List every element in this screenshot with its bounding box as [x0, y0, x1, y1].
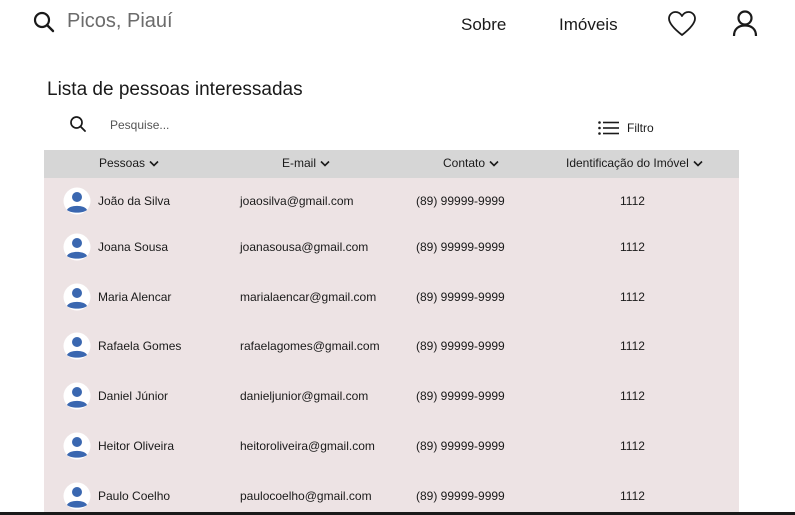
person-name: João da Silva: [98, 194, 171, 208]
person-name: Paulo Coelho: [98, 489, 171, 503]
table-row[interactable]: Paulo Coelho paulocoelho@gmail.com (89) …: [44, 476, 739, 515]
property-id: 1112: [620, 489, 645, 503]
person-email: marialaencar@gmail.com: [240, 290, 377, 304]
user-icon[interactable]: [731, 9, 759, 37]
person-phone: (89) 99999-9999: [416, 439, 505, 453]
person-email: heitoroliveira@gmail.com: [240, 439, 375, 453]
person-phone: (89) 99999-9999: [416, 240, 505, 254]
filter-button[interactable]: Filtro: [598, 119, 654, 137]
avatar-icon: [63, 432, 91, 460]
filter-label: Filtro: [627, 121, 654, 135]
table-row[interactable]: Joana Sousa joanasousa@gmail.com (89) 99…: [44, 227, 739, 267]
property-id: 1112: [620, 194, 645, 208]
property-id: 1112: [620, 439, 645, 453]
top-bar: Picos, Piauí Sobre Imóveis: [0, 0, 795, 50]
table-row[interactable]: João da Silva joaosilva@gmail.com (89) 9…: [44, 181, 739, 221]
table-header: Pessoas E-mail Contato Identificação do …: [44, 150, 739, 178]
column-header-contato[interactable]: Contato: [443, 156, 499, 170]
column-header-pessoas[interactable]: Pessoas: [99, 156, 159, 170]
avatar-icon: [63, 233, 91, 261]
chevron-down-icon: [320, 160, 330, 167]
interested-people-table: Pessoas E-mail Contato Identificação do …: [44, 150, 739, 515]
person-name: Joana Sousa: [98, 240, 169, 254]
property-id: 1112: [620, 240, 645, 254]
table-row[interactable]: Heitor Oliveira heitoroliveira@gmail.com…: [44, 426, 739, 466]
search-icon[interactable]: [69, 115, 87, 133]
column-header-label: Contato: [443, 156, 486, 170]
person-name: Maria Alencar: [98, 290, 172, 304]
person-email: paulocoelho@gmail.com: [240, 489, 372, 503]
page-title: Lista de pessoas interessadas: [47, 79, 303, 100]
location-search-field[interactable]: Picos, Piauí: [67, 10, 173, 33]
table-row[interactable]: Maria Alencar marialaencar@gmail.com (89…: [44, 277, 739, 317]
table-row[interactable]: Rafaela Gomes rafaelagomes@gmail.com (89…: [44, 326, 739, 366]
property-id: 1112: [620, 290, 645, 304]
person-phone: (89) 99999-9999: [416, 489, 505, 503]
person-phone: (89) 99999-9999: [416, 389, 505, 403]
person-phone: (89) 99999-9999: [416, 194, 505, 208]
avatar-icon: [63, 382, 91, 410]
person-name: Heitor Oliveira: [98, 439, 175, 453]
column-header-label: Identificação do Imóvel: [566, 156, 689, 170]
column-header-label: E-mail: [282, 156, 317, 170]
avatar-icon: [63, 283, 91, 311]
person-email: joanasousa@gmail.com: [240, 240, 369, 254]
person-name: Rafaela Gomes: [98, 339, 182, 353]
chevron-down-icon: [149, 160, 159, 167]
heart-icon[interactable]: [667, 10, 697, 38]
avatar-icon: [63, 187, 91, 215]
list-search-input[interactable]: [104, 114, 404, 136]
column-header-label: Pessoas: [99, 156, 146, 170]
person-email: joaosilva@gmail.com: [240, 194, 354, 208]
person-email: danieljunior@gmail.com: [240, 389, 369, 403]
person-phone: (89) 99999-9999: [416, 290, 505, 304]
table-row[interactable]: Daniel Júnior danieljunior@gmail.com (89…: [44, 376, 739, 416]
person-name: Daniel Júnior: [98, 389, 169, 403]
property-id: 1112: [620, 389, 645, 403]
property-id: 1112: [620, 339, 645, 353]
nav-link-sobre[interactable]: Sobre: [461, 15, 506, 35]
person-email: rafaelagomes@gmail.com: [240, 339, 380, 353]
chevron-down-icon: [693, 160, 703, 167]
filter-icon: [598, 121, 619, 135]
avatar-icon: [63, 482, 91, 510]
column-header-email[interactable]: E-mail: [282, 156, 330, 170]
nav-link-imoveis[interactable]: Imóveis: [559, 15, 618, 35]
column-header-identificacao[interactable]: Identificação do Imóvel: [566, 156, 703, 170]
person-phone: (89) 99999-9999: [416, 339, 505, 353]
chevron-down-icon: [489, 160, 499, 167]
avatar-icon: [63, 332, 91, 360]
search-icon[interactable]: [32, 10, 56, 34]
